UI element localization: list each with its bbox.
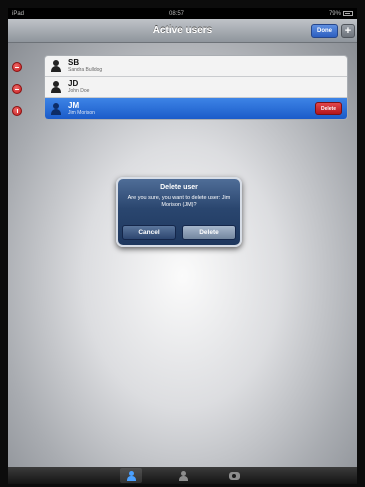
status-bar: iPad 08:57 79% [8,8,357,19]
content-area: SB Sandra Bulldog JD John Doe JM Jim Mor… [8,43,357,467]
user-initials: SB [68,58,80,67]
tab-users[interactable] [119,468,142,483]
dialog-message: Are you sure, you want to delete user: J… [127,195,231,209]
person-icon [50,81,62,93]
dialog-buttons: Cancel Delete [122,225,236,240]
dialog-title: Delete user [160,184,198,191]
delete-user-dialog: Delete user Are you sure, you want to de… [116,177,242,247]
user-name: Jim Morison [68,109,95,116]
device-name: iPad [12,10,25,17]
confirm-delete-button[interactable]: Delete [182,225,236,240]
person-icon [50,60,62,72]
navigation-bar: Active users Done + [8,19,357,43]
list-item[interactable]: JM Jim Morison Delete [45,98,347,119]
done-button[interactable]: Done [311,24,338,38]
delete-toggle-icon[interactable] [12,62,22,72]
clock: 08:57 [168,10,184,17]
tab-user[interactable] [172,468,194,483]
delete-toggle-icon[interactable] [12,106,22,116]
tab-bar [8,467,357,484]
user-initials: JD [68,79,79,88]
row-delete-button[interactable]: Delete [314,102,342,115]
users-icon [126,470,136,481]
user-name: John Doe [68,88,90,94]
tab-settings[interactable] [224,468,246,483]
list-item[interactable]: JD John Doe [45,77,347,98]
delete-toggle-icon[interactable] [12,84,22,94]
battery-percent: 79% [328,10,341,17]
cancel-button[interactable]: Cancel [122,225,176,240]
user-list: SB Sandra Bulldog JD John Doe JM Jim Mor… [44,55,348,120]
add-user-button[interactable]: + [341,24,355,38]
page-title: Active users [152,25,213,36]
list-item[interactable]: SB Sandra Bulldog [45,56,347,77]
battery-status: 79% [329,11,353,17]
user-initials: JM [68,100,80,110]
person-icon [50,102,62,115]
gear-icon [229,471,240,480]
battery-icon [342,11,353,16]
user-icon [178,470,188,481]
user-name: Sandra Bulldog [68,67,103,73]
